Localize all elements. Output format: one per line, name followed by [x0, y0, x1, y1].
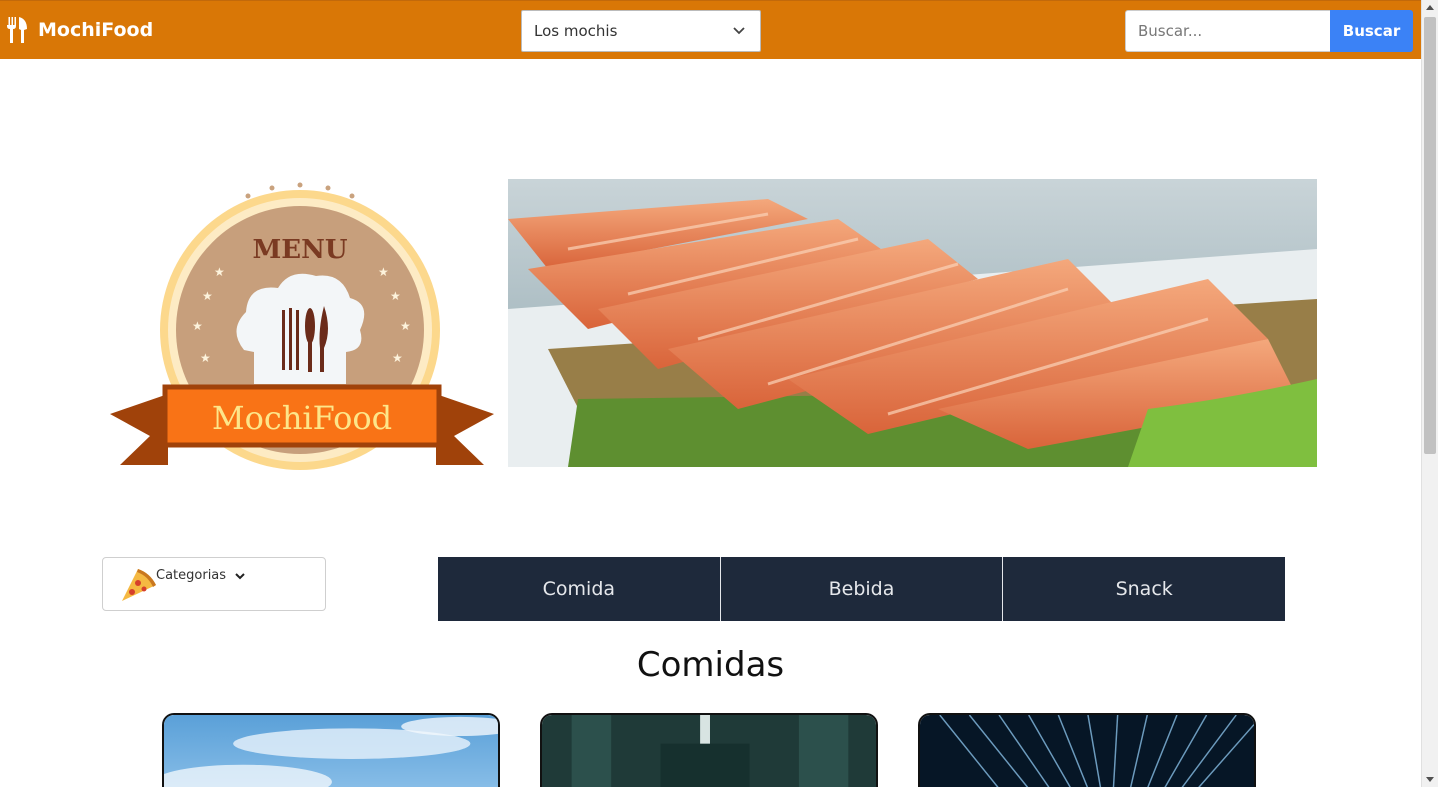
search-input[interactable]: [1125, 10, 1331, 52]
svg-text:★: ★: [392, 351, 403, 365]
svg-text:★: ★: [378, 265, 389, 279]
section-title: Comidas: [636, 645, 785, 685]
location-selected-value: Los mochis: [534, 22, 618, 40]
svg-text:★: ★: [400, 319, 411, 333]
card-image: [542, 715, 876, 787]
svg-text:★: ★: [214, 265, 225, 279]
scroll-down-arrow-icon[interactable]: [1426, 777, 1434, 782]
category-label: Categorias: [156, 568, 227, 583]
svg-text:★: ★: [390, 289, 401, 303]
food-card[interactable]: [918, 713, 1256, 787]
location-select[interactable]: Los mochis: [521, 10, 761, 52]
hero-food-photo: [508, 179, 1317, 467]
tab-comida[interactable]: Comida: [438, 557, 721, 621]
menu-logo-badge: ★ ★ ★ ★ ★ ★ ★ ★ MENU MochiFood: [110, 182, 494, 470]
tab-snack[interactable]: Snack: [1003, 557, 1286, 621]
tab-bebida[interactable]: Bebida: [720, 557, 1004, 621]
top-navbar: MochiFood Los mochis Buscar: [0, 0, 1421, 59]
card-image: [920, 715, 1254, 787]
chevron-down-icon: [733, 27, 745, 35]
badge-menu-text: MENU: [252, 235, 347, 265]
svg-text:★: ★: [192, 319, 203, 333]
brand-link[interactable]: MochiFood: [6, 17, 153, 43]
search-button[interactable]: Buscar: [1330, 10, 1413, 52]
scroll-thumb[interactable]: [1424, 17, 1436, 454]
category-dropdown[interactable]: Categorias: [102, 557, 326, 611]
chevron-down-icon: [235, 573, 245, 580]
svg-text:★: ★: [202, 289, 213, 303]
utensils-icon: [7, 17, 27, 43]
page-scrollbar[interactable]: [1421, 0, 1438, 787]
card-image: [164, 715, 498, 787]
brand-name: MochiFood: [38, 19, 154, 41]
badge-ribbon-text: MochiFood: [212, 399, 392, 437]
svg-text:★: ★: [200, 351, 211, 365]
food-card[interactable]: [540, 713, 878, 787]
scroll-up-arrow-icon[interactable]: [1426, 5, 1434, 10]
food-card[interactable]: [162, 713, 500, 787]
pizza-icon: [122, 569, 156, 601]
category-tabs: Comida Bebida Snack: [438, 557, 1286, 621]
